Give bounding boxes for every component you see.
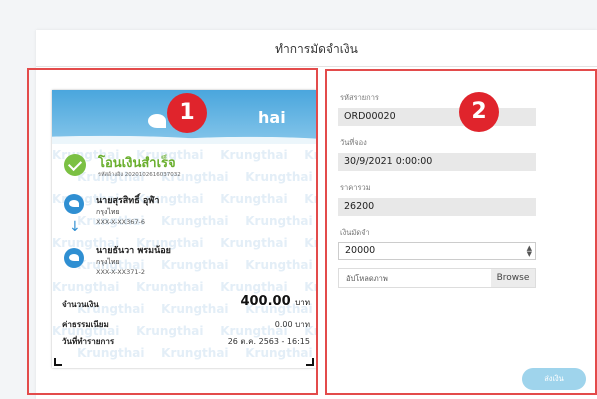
page-title: ทำการมัดจำเงิน bbox=[275, 42, 358, 56]
header-divider bbox=[36, 66, 597, 67]
annotation-badge-2: 2 bbox=[459, 92, 499, 132]
annotation-badge-1: 1 bbox=[167, 93, 207, 133]
